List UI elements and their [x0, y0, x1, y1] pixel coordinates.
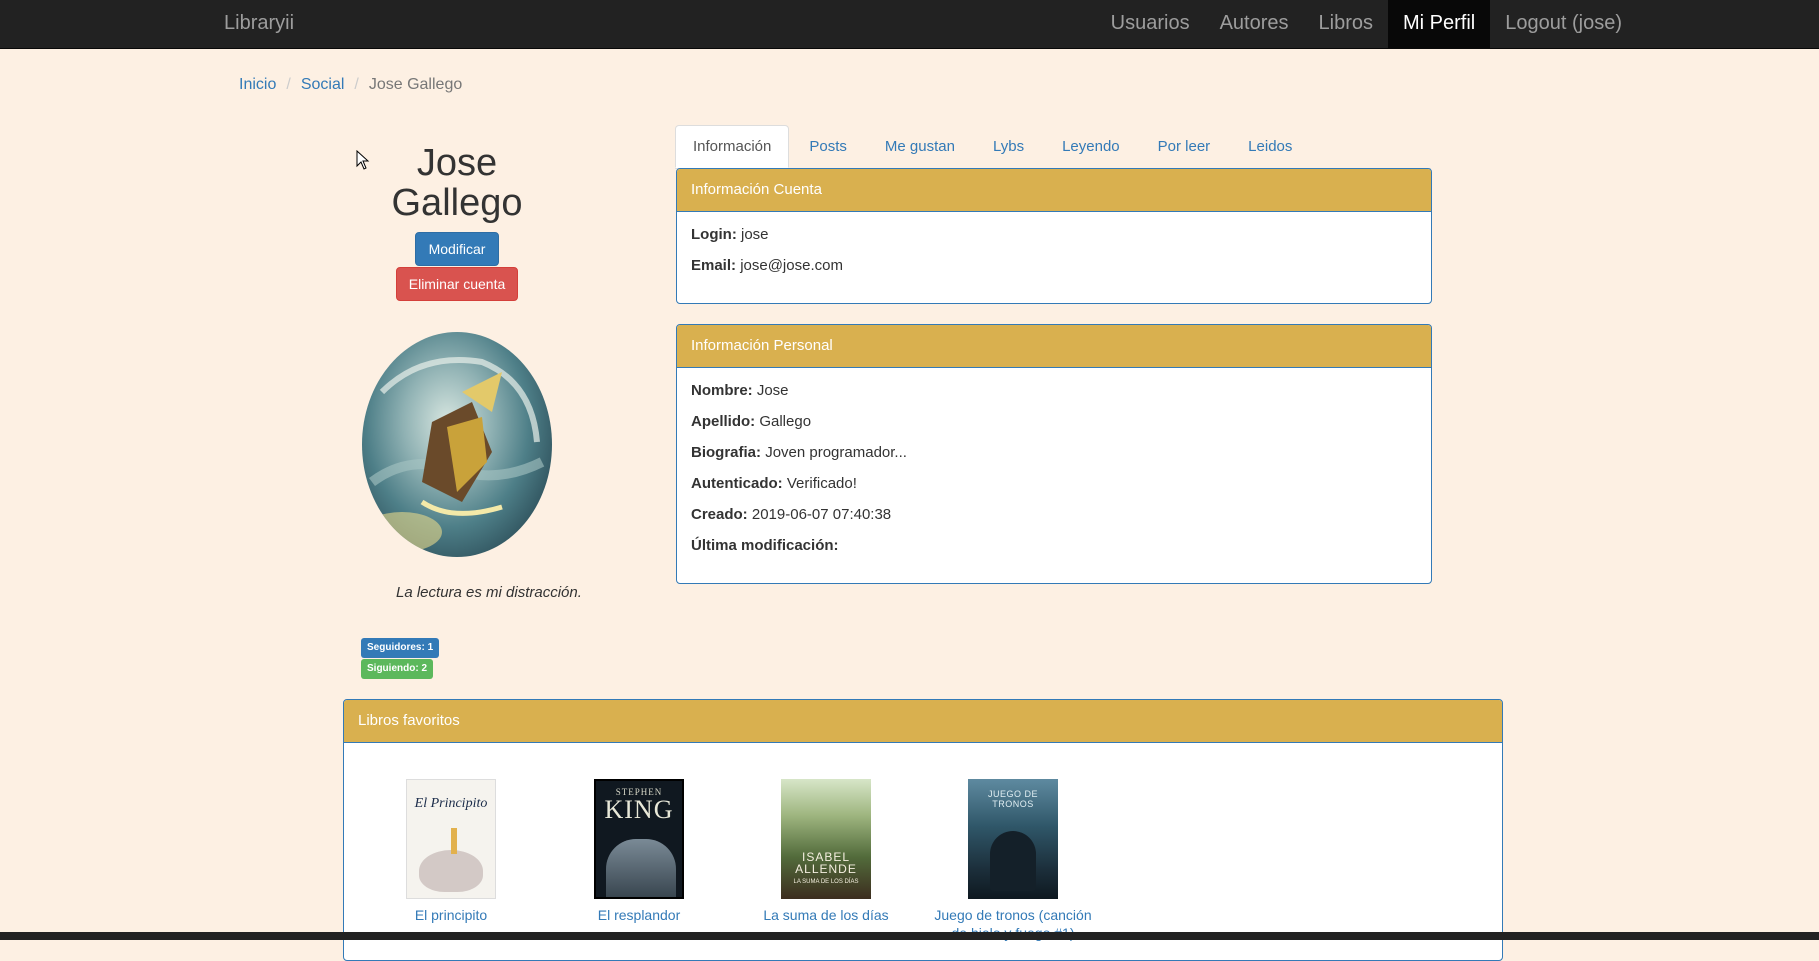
- favorite-books-panel: Libros favoritos El Principito El princi…: [343, 699, 1503, 961]
- nav-item-mi-perfil[interactable]: Mi Perfil: [1388, 0, 1491, 48]
- book-cover[interactable]: El Principito: [406, 779, 496, 899]
- tab-leidos[interactable]: Leidos: [1230, 125, 1310, 168]
- breadcrumb-separator: /: [286, 76, 291, 93]
- bio-row: Biografia: Joven programador...: [691, 444, 1417, 462]
- book-title-link[interactable]: El principito: [415, 907, 487, 923]
- tab-leyendo[interactable]: Leyendo: [1044, 125, 1138, 168]
- tab-me-gustan[interactable]: Me gustan: [867, 125, 973, 168]
- personal-panel-body: Nombre: Jose Apellido: Gallego Biografia…: [677, 368, 1431, 555]
- book-title-link[interactable]: La suma de los días: [763, 907, 888, 923]
- created-value: 2019-06-07 07:40:38: [751, 506, 892, 523]
- created-label: Creado:: [691, 506, 748, 523]
- tab-informacion[interactable]: Información: [675, 125, 790, 168]
- book-cover[interactable]: JUEGO DE TRONOS: [968, 779, 1058, 899]
- cover-figure-shape: [990, 831, 1036, 891]
- name-label: Nombre:: [691, 382, 753, 399]
- account-info-panel: Información Cuenta Login: jose Email: jo…: [676, 168, 1432, 304]
- cover-planet-shape: [419, 850, 483, 892]
- following-badge[interactable]: Siguiendo: 2: [361, 659, 433, 679]
- breadcrumb-link-inicio[interactable]: Inicio: [239, 76, 276, 94]
- book-cover[interactable]: ISABEL ALLENDE LA SUMA DE LOS DÍAS: [781, 779, 871, 899]
- book-cover-text: JUEGO DE TRONOS: [987, 789, 1038, 809]
- brand-link[interactable]: Libraryii: [224, 0, 294, 46]
- profile-name: Jose Gallego: [357, 143, 557, 223]
- top-navbar: Libraryii Usuarios Autores Libros Mi Per…: [0, 0, 1819, 49]
- followers-badge[interactable]: Seguidores: 1: [361, 638, 440, 658]
- nav-item-usuarios[interactable]: Usuarios: [1096, 0, 1205, 48]
- auth-value: Verificado!: [786, 475, 857, 492]
- breadcrumb-separator: /: [354, 76, 359, 93]
- name-row: Nombre: Jose: [691, 382, 1417, 400]
- book-cover-text: ISABEL ALLENDE: [795, 850, 857, 876]
- created-row: Creado: 2019-06-07 07:40:38: [691, 506, 1417, 524]
- book-cover[interactable]: STEPHEN KING: [594, 779, 684, 899]
- profile-first-name: Jose: [416, 142, 498, 184]
- bio-label: Biografia:: [691, 444, 762, 461]
- surname-label: Apellido:: [691, 413, 756, 430]
- auth-row: Autenticado: Verificado!: [691, 475, 1417, 493]
- personal-info-panel: Información Personal Nombre: Jose Apelli…: [676, 324, 1432, 584]
- breadcrumb-current: Jose Gallego: [368, 76, 463, 93]
- book-item[interactable]: STEPHEN KING El resplandor: [554, 779, 724, 925]
- email-value: jose@jose.com: [740, 257, 843, 274]
- auth-label: Autenticado:: [691, 475, 783, 492]
- profile-last-name: Gallego: [391, 182, 523, 224]
- name-value: Jose: [756, 382, 789, 399]
- nav-item-logout[interactable]: Logout (jose): [1490, 0, 1637, 48]
- avatar-image: [362, 357, 545, 552]
- surname-row: Apellido: Gallego: [691, 413, 1417, 431]
- cover-figure-shape: [606, 839, 676, 897]
- nav-item-autores[interactable]: Autores: [1205, 0, 1304, 48]
- modified-row: Última modificación:: [691, 537, 1417, 555]
- book-item[interactable]: JUEGO DE TRONOS Juego de tronos (canción…: [928, 779, 1098, 943]
- account-panel-body: Login: jose Email: jose@jose.com: [677, 212, 1431, 275]
- nav-item-libros[interactable]: Libros: [1304, 0, 1388, 48]
- breadcrumb-link-social[interactable]: Social: [301, 76, 345, 94]
- bio-value: Joven programador...: [765, 444, 907, 461]
- book-cover-text: KING: [604, 795, 674, 824]
- nav-menu: Usuarios Autores Libros Mi Perfil Logout…: [1096, 0, 1637, 48]
- cover-prince-shape: [451, 828, 457, 854]
- modify-button[interactable]: Modificar: [415, 232, 499, 266]
- surname-value: Gallego: [759, 413, 812, 430]
- favorite-books-list: El Principito El principito STEPHEN KING…: [344, 743, 1502, 943]
- avatar: [362, 332, 552, 557]
- book-item[interactable]: El Principito El principito: [366, 779, 536, 925]
- login-label: Login:: [691, 226, 737, 243]
- modified-label: Última modificación:: [691, 537, 839, 554]
- book-item[interactable]: ISABEL ALLENDE LA SUMA DE LOS DÍAS La su…: [741, 779, 911, 925]
- favorites-panel-title: Libros favoritos: [344, 700, 1502, 743]
- login-value: jose: [741, 226, 769, 243]
- delete-account-button[interactable]: Eliminar cuenta: [396, 267, 518, 301]
- email-row: Email: jose@jose.com: [691, 257, 1417, 275]
- personal-panel-title: Información Personal: [677, 325, 1431, 368]
- breadcrumb: Inicio / Social / Jose Gallego: [239, 76, 462, 94]
- tab-lybs[interactable]: Lybs: [975, 125, 1042, 168]
- profile-tabs: Información Posts Me gustan Lybs Leyendo…: [675, 125, 1431, 169]
- tab-posts[interactable]: Posts: [791, 125, 865, 168]
- email-label: Email:: [691, 257, 737, 274]
- bottom-bar: [0, 932, 1819, 940]
- book-title-link[interactable]: El resplandor: [598, 907, 681, 923]
- mouse-cursor-icon: [356, 150, 370, 170]
- login-row: Login: jose: [691, 226, 1417, 244]
- account-panel-title: Información Cuenta: [677, 169, 1431, 212]
- profile-quote: La lectura es mi distracción.: [396, 584, 582, 601]
- tab-por-leer[interactable]: Por leer: [1140, 125, 1229, 168]
- book-cover-text: El Principito: [414, 796, 488, 811]
- book-cover-subtitle: LA SUMA DE LOS DÍAS: [793, 879, 859, 885]
